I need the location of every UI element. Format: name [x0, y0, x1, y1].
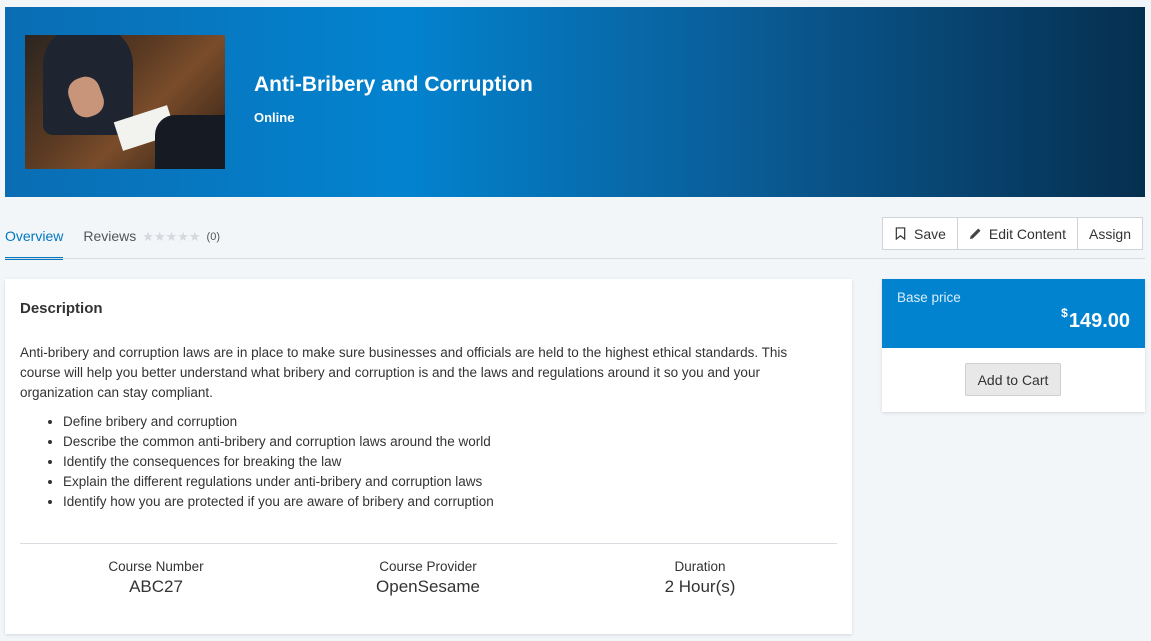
course-number-value: ABC27	[129, 577, 183, 596]
bookmark-icon	[895, 227, 906, 240]
course-provider-value: OpenSesame	[376, 577, 480, 596]
pencil-icon	[969, 228, 981, 240]
course-title: Anti-Bribery and Corruption	[254, 73, 533, 96]
course-hero-banner: Anti-Bribery and Corruption Online	[5, 7, 1145, 197]
meta-divider	[20, 543, 837, 544]
course-number-label: Course Number	[108, 559, 204, 574]
save-button-label: Save	[914, 225, 946, 242]
course-actions: Save Edit Content Assign	[882, 217, 1144, 250]
course-tabs: Overview Reviews ★★★★★ (0)	[5, 219, 220, 260]
course-overview-card: Description Anti-bribery and corruption …	[5, 279, 852, 634]
base-price-label: Base price	[897, 290, 961, 305]
rating-stars-icon: ★★★★★	[142, 229, 201, 244]
description-heading: Description	[20, 300, 103, 317]
description-text: Anti-bribery and corruption laws are in …	[20, 345, 788, 400]
course-duration-block: Duration 2 Hour(s)	[564, 559, 836, 597]
course-thumbnail-image	[25, 35, 225, 169]
assign-button-label: Assign	[1088, 225, 1132, 242]
list-item: Identify how you are protected if you ar…	[63, 492, 494, 512]
course-format: Online	[254, 110, 295, 125]
price-value: $149.00	[1061, 306, 1130, 333]
price-amount: 149.00	[1068, 310, 1130, 332]
list-item: Identify the consequences for breaking t…	[63, 452, 494, 472]
course-number-block: Course Number ABC27	[20, 559, 292, 597]
tab-reviews[interactable]: Reviews ★★★★★ (0)	[83, 219, 220, 260]
objectives-list: Define bribery and corruption Describe t…	[63, 412, 494, 512]
tab-reviews-label: Reviews	[83, 228, 137, 244]
course-provider-label: Course Provider	[379, 559, 477, 574]
assign-button[interactable]: Assign	[1078, 218, 1142, 249]
list-item: Define bribery and corruption	[63, 412, 494, 432]
tab-overview[interactable]: Overview	[5, 219, 64, 260]
tabs-divider	[5, 258, 1145, 259]
duration-value: 2 Hour(s)	[664, 577, 736, 596]
price-header: Base price $149.00	[882, 279, 1145, 348]
currency-symbol: $	[1061, 306, 1068, 320]
course-provider-block: Course Provider OpenSesame	[292, 559, 564, 597]
list-item: Explain the different regulations under …	[63, 472, 494, 492]
add-to-cart-button[interactable]: Add to Cart	[965, 363, 1061, 396]
duration-label: Duration	[674, 559, 726, 574]
price-card: Base price $149.00 Add to Cart	[882, 279, 1145, 412]
edit-content-button[interactable]: Edit Content	[958, 218, 1078, 249]
edit-content-button-label: Edit Content	[988, 225, 1066, 242]
save-button[interactable]: Save	[883, 218, 958, 249]
list-item: Describe the common anti-bribery and cor…	[63, 432, 494, 452]
review-count: (0)	[206, 231, 220, 243]
